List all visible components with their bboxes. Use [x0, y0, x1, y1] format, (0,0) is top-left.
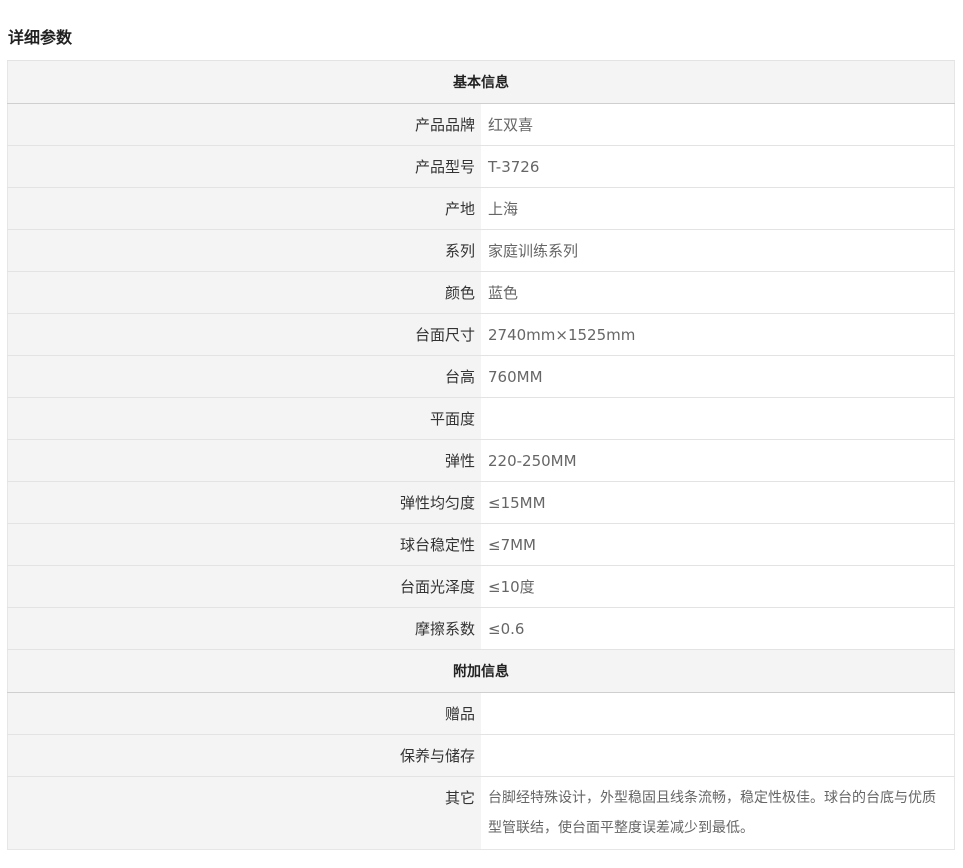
row-value — [481, 734, 955, 777]
table-row: 系列 家庭训练系列 — [7, 229, 955, 272]
row-value: ≤7MM — [481, 523, 955, 566]
row-label: 弹性均匀度 — [7, 481, 481, 524]
table-row: 台面光泽度 ≤10度 — [7, 565, 955, 608]
table-row: 球台稳定性 ≤7MM — [7, 523, 955, 566]
table-row: 平面度 — [7, 397, 955, 440]
row-value: 台脚经特殊设计，外型稳固且线条流畅，稳定性极佳。球台的台底与优质型管联结，使台面… — [481, 776, 955, 850]
table-row: 台高 760MM — [7, 355, 955, 398]
row-value: ≤15MM — [481, 481, 955, 524]
row-label: 球台稳定性 — [7, 523, 481, 566]
row-value: 2740mm×1525mm — [481, 313, 955, 356]
row-value: 上海 — [481, 187, 955, 230]
table-row: 弹性 220-250MM — [7, 439, 955, 482]
section-title: 基本信息 — [7, 60, 955, 104]
row-label: 台高 — [7, 355, 481, 398]
row-value: 220-250MM — [481, 439, 955, 482]
row-value: ≤10度 — [481, 565, 955, 608]
row-value: 红双喜 — [481, 103, 955, 146]
table-row: 台面尺寸 2740mm×1525mm — [7, 313, 955, 356]
row-label: 赠品 — [7, 692, 481, 735]
table-row: 其它 台脚经特殊设计，外型稳固且线条流畅，稳定性极佳。球台的台底与优质型管联结，… — [7, 776, 955, 850]
row-label: 其它 — [7, 776, 481, 850]
row-label: 台面光泽度 — [7, 565, 481, 608]
spec-table: 基本信息 产品品牌 红双喜 产品型号 T-3726 产地 上海 系列 家庭训练系… — [7, 60, 955, 850]
section-header-basic: 基本信息 — [7, 60, 955, 104]
row-value: ≤0.6 — [481, 607, 955, 650]
table-row: 产品型号 T-3726 — [7, 145, 955, 188]
table-row: 摩擦系数 ≤0.6 — [7, 607, 955, 650]
table-row: 弹性均匀度 ≤15MM — [7, 481, 955, 524]
table-row: 赠品 — [7, 692, 955, 735]
page-title: 详细参数 — [8, 28, 73, 47]
row-label: 保养与储存 — [7, 734, 481, 777]
row-label: 产品型号 — [7, 145, 481, 188]
row-label: 系列 — [7, 229, 481, 272]
row-value — [481, 692, 955, 735]
table-row: 产地 上海 — [7, 187, 955, 230]
row-value — [481, 397, 955, 440]
table-row: 保养与储存 — [7, 734, 955, 777]
row-value: 760MM — [481, 355, 955, 398]
section-title: 附加信息 — [7, 649, 955, 693]
row-value: 家庭训练系列 — [481, 229, 955, 272]
row-label: 产品品牌 — [7, 103, 481, 146]
row-label: 平面度 — [7, 397, 481, 440]
table-row: 产品品牌 红双喜 — [7, 103, 955, 146]
row-value: 蓝色 — [481, 271, 955, 314]
row-label: 弹性 — [7, 439, 481, 482]
row-label: 台面尺寸 — [7, 313, 481, 356]
section-header-extra: 附加信息 — [7, 649, 955, 693]
row-value: T-3726 — [481, 145, 955, 188]
row-label: 摩擦系数 — [7, 607, 481, 650]
row-label: 产地 — [7, 187, 481, 230]
row-label: 颜色 — [7, 271, 481, 314]
table-row: 颜色 蓝色 — [7, 271, 955, 314]
